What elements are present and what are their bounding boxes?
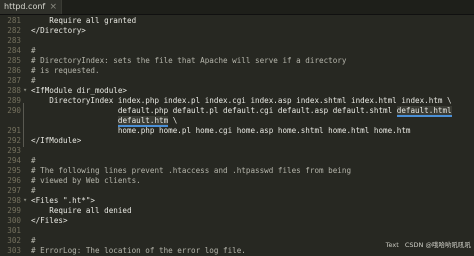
tab-httpd-conf[interactable]: httpd.conf × xyxy=(0,0,62,14)
code-token: </Files> xyxy=(31,216,68,225)
code-token: # The following lines prevent .htaccess … xyxy=(31,166,352,175)
code-token: # xyxy=(31,236,36,245)
code-token: Require all denied xyxy=(31,206,132,215)
code-token: </IfModule> xyxy=(31,136,82,145)
tab-bar: httpd.conf × xyxy=(0,0,474,15)
code-token: <Files ".ht*"> xyxy=(31,196,96,205)
code-token: Require all granted xyxy=(31,16,137,25)
code-token: # viewed by Web clients. xyxy=(31,176,141,185)
code-token: # DirectoryIndex: sets the file that Apa… xyxy=(31,56,347,65)
code-token: home.php home.pl home.cgi home.asp home.… xyxy=(31,126,411,135)
code-token: </Directory> xyxy=(31,26,86,35)
code-token: <IfModule dir_module> xyxy=(31,86,128,95)
status-bar: Text CSDN @哦哈哟吼吼吼 xyxy=(382,240,471,250)
code-token: \ xyxy=(168,116,178,125)
code-token: # xyxy=(31,46,36,55)
tab-label: httpd.conf xyxy=(4,2,46,11)
syntax-mode-label[interactable]: Text xyxy=(386,241,399,249)
code-token: # xyxy=(31,186,36,195)
watermark-text: CSDN @哦哈哟吼吼吼 xyxy=(404,241,471,249)
code-editor[interactable]: 281 Require all granted 282 </Directory> 28… xyxy=(0,15,474,255)
close-icon[interactable]: × xyxy=(49,0,57,14)
fold-guide xyxy=(23,103,28,147)
code-token: default.php default.pl default.cgi defau… xyxy=(31,106,397,115)
code-token: # xyxy=(31,156,36,165)
code-token: # xyxy=(31,76,36,85)
code-token: DirectoryIndex index.php index.pl index.… xyxy=(31,96,452,105)
code-token: # is requested. xyxy=(31,66,100,75)
